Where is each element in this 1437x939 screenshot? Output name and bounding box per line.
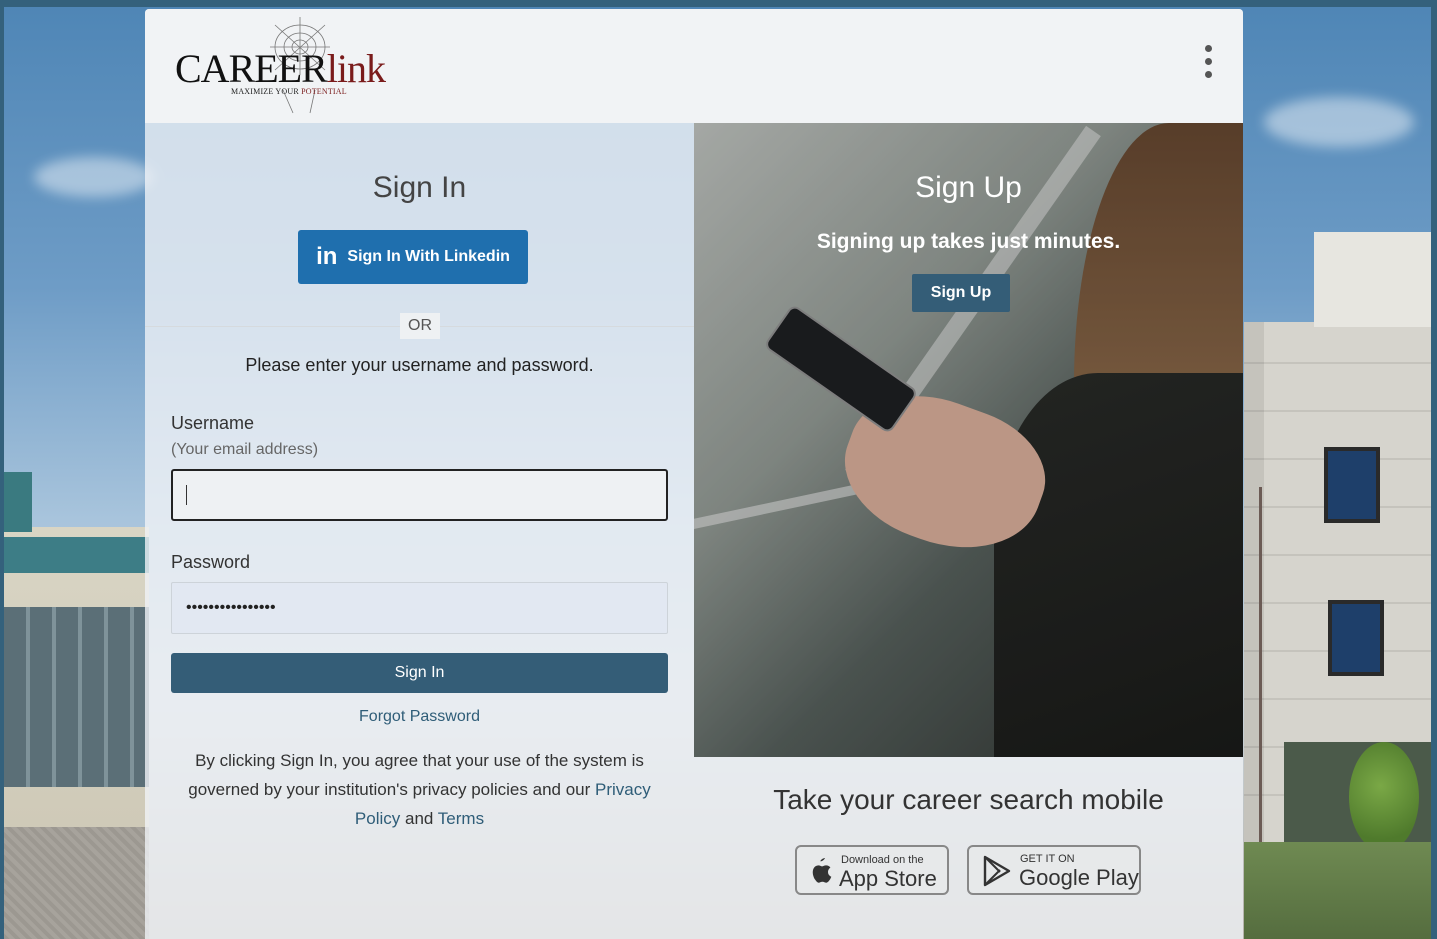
username-label: Username [171,413,255,433]
login-card: CAREERlink MAXIMIZE YOUR POTENTIAL Sign … [145,9,1243,939]
app-store-badge[interactable]: Download on the App Store [795,845,949,895]
linkedin-button-label: Sign In With Linkedin [347,248,510,265]
window-frame-right [1431,0,1437,939]
window-frame-top [0,0,1437,7]
app-store-big-text: App Store [839,866,937,891]
instructions-text: Please enter your username and password. [245,355,594,375]
sign-in-title: Sign In [372,171,467,204]
app-store-small-text: Download on the [841,854,924,866]
terms-link[interactable]: Terms [438,809,484,828]
sign-up-button[interactable]: Sign Up [912,274,1010,312]
legal-notice: By clicking Sign In, you agree that your… [171,746,668,833]
header-bar: CAREERlink MAXIMIZE YOUR POTENTIAL [145,9,1243,123]
legal-text: By clicking Sign In, you agree that your… [188,751,644,799]
right-garden [1244,842,1431,939]
password-input[interactable] [171,582,668,634]
legal-and: and [400,809,438,828]
shrub [1349,742,1419,852]
mobile-heading: Take your career search mobile [773,784,1164,815]
apple-icon [812,858,832,883]
or-label: OR [400,313,440,339]
brand-tagline: MAXIMIZE YOUR POTENTIAL [231,87,347,96]
username-hint: (Your email address) [171,441,319,458]
forgot-password-link[interactable]: Forgot Password [145,708,694,726]
linkedin-sign-in-button[interactable]: in Sign In With Linkedin [298,230,528,284]
username-input[interactable] [171,469,668,521]
careerlink-logo[interactable]: CAREERlink MAXIMIZE YOUR POTENTIAL [175,15,386,115]
google-play-small-text: GET IT ON [1020,853,1075,865]
sign-up-subtitle: Signing up takes just minutes. [816,230,1121,253]
brand-wordmark: CAREERlink [175,46,386,91]
sign-up-title: Sign Up [915,171,1022,204]
google-play-badge[interactable]: GET IT ON Google Play [967,845,1141,895]
kebab-menu-icon[interactable] [1197,43,1219,83]
google-play-icon [983,855,1011,887]
text-caret [186,485,187,505]
password-label: Password [171,552,251,572]
sign-up-panel: Sign Up Signing up takes just minutes. S… [694,123,1243,757]
sign-in-button[interactable]: Sign In [171,653,668,693]
left-pavement [4,827,149,939]
linkedin-icon: in [316,243,338,270]
left-building [4,472,149,827]
bare-tree [1259,487,1262,847]
window-frame-left [0,0,4,939]
google-play-big-text: Google Play [1019,865,1139,890]
